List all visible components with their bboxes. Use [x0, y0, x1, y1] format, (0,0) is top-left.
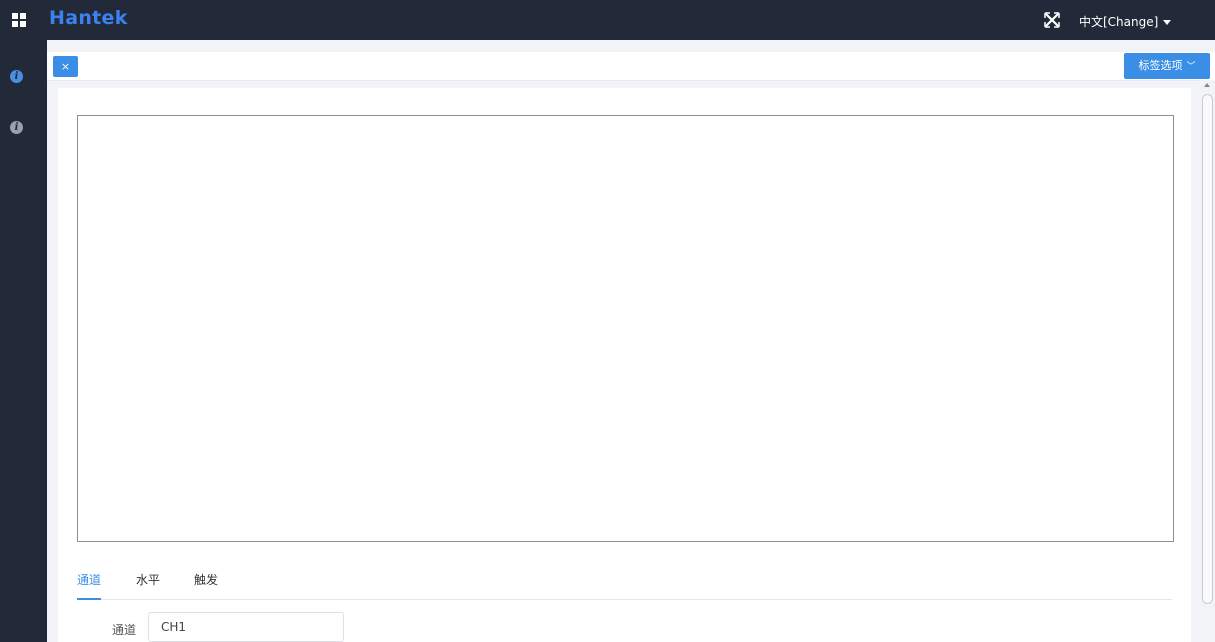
vertical-scrollbar[interactable]	[1200, 80, 1215, 642]
tab-horizontal[interactable]: 水平	[136, 571, 160, 598]
settings-tabs: 通道 水平 触发	[77, 571, 1172, 600]
scroll-up-arrow-icon[interactable]	[1204, 83, 1210, 87]
fullscreen-icon[interactable]	[1043, 11, 1061, 29]
info-icon[interactable]: i	[10, 121, 23, 134]
caret-down-icon	[1163, 20, 1172, 25]
close-tab-button[interactable]: ×	[53, 56, 78, 77]
language-switch[interactable]: 中文[Change]	[1079, 13, 1172, 30]
tab-channel[interactable]: 通道	[77, 571, 102, 600]
tab-options-label: 标签选项	[1138, 59, 1183, 72]
tab-options-dropdown[interactable]: 标签选项 ﹀	[1124, 53, 1210, 79]
channel-select[interactable]: CH1	[148, 612, 344, 642]
chevron-down-icon: ﹀	[1186, 62, 1196, 72]
tab-strip: × 标签选项 ﹀	[47, 52, 1215, 81]
tab-trigger[interactable]: 触发	[194, 571, 218, 598]
info-icon[interactable]: i	[10, 70, 23, 83]
language-label: 中文[Change]	[1079, 15, 1159, 29]
top-navbar: Hantek 中文[Change]	[0, 0, 1215, 40]
sidebar	[0, 40, 47, 642]
oscilloscope-display	[77, 115, 1174, 542]
grid-icon[interactable]	[12, 13, 26, 27]
app-logo: Hantek	[49, 7, 128, 29]
main-panel: 通道 水平 触发 通道 CH1	[58, 88, 1191, 642]
scrollbar-thumb[interactable]	[1202, 94, 1213, 604]
channel-field-label: 通道	[112, 623, 137, 637]
